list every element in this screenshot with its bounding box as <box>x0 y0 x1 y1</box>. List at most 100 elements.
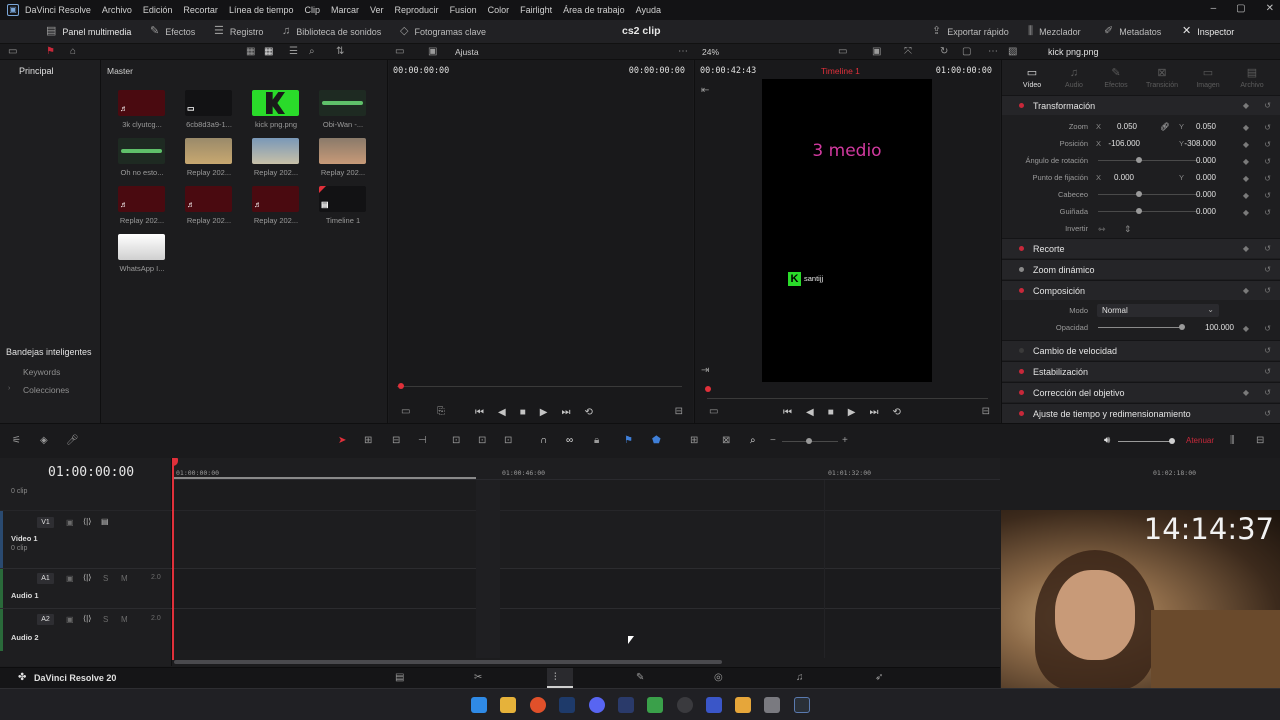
reset-icon[interactable]: ↺ <box>1264 157 1271 166</box>
reset-icon[interactable]: ↺ <box>1264 191 1271 200</box>
blade-tool-icon[interactable]: ⊣ <box>418 436 427 446</box>
keyframe-icon[interactable]: ◆ <box>1243 101 1249 110</box>
fullscreen-icon[interactable]: ▢ <box>962 47 971 57</box>
enable-toggle-icon[interactable] <box>1019 267 1024 272</box>
composite-section-header[interactable]: Composición ◆ ↺ <box>1002 280 1280 300</box>
mute-button[interactable]: M <box>121 615 128 624</box>
keyframe-icon[interactable]: ◆ <box>1243 140 1249 149</box>
video-track-lane[interactable] <box>172 510 1000 568</box>
keyframe-icon[interactable]: ◆ <box>1243 157 1249 166</box>
chevron-right-icon[interactable]: › <box>8 385 10 392</box>
media-clip[interactable]: Obi-Wan -... <box>319 90 367 138</box>
media-pool-button[interactable]: ▤ Panel multimedia <box>46 26 131 37</box>
stop-icon[interactable]: ■ <box>520 407 526 418</box>
panel-toggle-icon[interactable]: ▭ <box>8 47 17 57</box>
audio-track-1-lane[interactable] <box>172 568 1000 608</box>
media-clip[interactable]: Replay 202... <box>185 138 233 186</box>
media-clip[interactable]: ▤ Timeline 1 <box>319 186 367 234</box>
zoom-dropdown[interactable]: 24% <box>702 47 719 57</box>
sync-icon[interactable]: ↻ <box>940 47 948 57</box>
menu-ayuda[interactable]: Ayuda <box>636 5 661 15</box>
audio-meter-icon[interactable]: ⫼ <box>1230 436 1235 446</box>
reset-icon[interactable]: ↺ <box>1264 324 1271 333</box>
lens-correction-section-header[interactable]: Corrección del objetivo ◆ ↺ <box>1002 382 1280 402</box>
volume-slider[interactable] <box>1118 441 1174 442</box>
reset-icon[interactable]: ↺ <box>1264 265 1271 274</box>
cut-page-icon[interactable]: ✂ <box>474 673 482 683</box>
dim-audio-button[interactable]: Atenuar <box>1186 436 1214 445</box>
previous-clip-icon[interactable]: ⇤ <box>701 86 709 96</box>
lock-track-icon[interactable]: ▣ <box>66 518 74 527</box>
view-icon[interactable]: ◈ <box>40 436 48 446</box>
grid-view-icon[interactable]: ▦ <box>264 47 273 57</box>
play-reverse-icon[interactable]: ◀ <box>806 407 814 418</box>
selection-tool-icon[interactable]: ➤ <box>338 436 346 446</box>
dynamic-zoom-section-header[interactable]: Zoom dinámico ↺ <box>1002 259 1280 279</box>
pitch-slider-knob[interactable] <box>1136 191 1142 197</box>
timeline-playhead[interactable] <box>172 458 174 660</box>
zoom-custom-icon[interactable]: ⌕ <box>750 436 756 446</box>
play-icon[interactable]: ▶ <box>848 407 856 418</box>
insert-clip-icon[interactable]: ⊡ <box>452 436 460 446</box>
compare-icon[interactable]: ▭ <box>838 47 847 57</box>
menu-clip[interactable]: Clip <box>304 5 320 15</box>
enable-toggle-icon[interactable] <box>1019 411 1024 416</box>
crop-section-header[interactable]: Recorte ◆ ↺ <box>1002 238 1280 258</box>
timeline-scrubber[interactable] <box>707 398 988 399</box>
quick-export-button[interactable]: ⇪ Exportar rápido <box>932 26 1009 37</box>
media-clip[interactable]: Replay 202... <box>252 138 300 186</box>
file-explorer-icon[interactable] <box>500 697 516 713</box>
audio-track-2-header[interactable]: A2 ▣ ⟨|⟩ S M 2.0 Audio 2 <box>0 608 172 651</box>
solo-button[interactable]: S <box>103 615 108 624</box>
zoom-slider-knob[interactable] <box>806 438 812 444</box>
media-clip[interactable]: ▭ 6cb8d3a9-1... <box>185 90 233 138</box>
flag-icon[interactable]: ⚑ <box>46 47 55 57</box>
enable-toggle-icon[interactable] <box>1019 246 1024 251</box>
green-app-icon[interactable] <box>647 697 663 713</box>
fairlight-page-icon[interactable]: ♫ <box>796 673 804 683</box>
reset-icon[interactable]: ↺ <box>1264 244 1271 253</box>
keyframes-button[interactable]: ◇ Fotogramas clave <box>400 26 486 37</box>
reset-icon[interactable]: ↺ <box>1264 367 1271 376</box>
keyframe-icon[interactable]: ◆ <box>1243 388 1249 397</box>
fusion-page-icon[interactable]: ✎ <box>636 673 644 683</box>
reset-icon[interactable]: ↺ <box>1264 346 1271 355</box>
media-clip[interactable]: Replay 202... <box>319 138 367 186</box>
track-visibility-icon[interactable]: ▤ <box>101 517 109 526</box>
reset-icon[interactable]: ↺ <box>1264 286 1271 295</box>
inspector-button[interactable]: ✕ Inspector <box>1182 26 1234 37</box>
viewer-layout-icon[interactable]: ▭ <box>395 47 404 57</box>
pitch-field[interactable]: 0.000 <box>1176 190 1216 199</box>
match-frame-icon[interactable]: ⊟ <box>982 407 990 417</box>
reset-icon[interactable]: ↺ <box>1264 388 1271 397</box>
menu-reproducir[interactable]: Reproducir <box>395 5 439 15</box>
timeline-view-options-icon[interactable]: ⚟ <box>12 436 21 446</box>
trim-tool-icon[interactable]: ⊞ <box>364 436 372 446</box>
timeline-horizontal-scrollbar[interactable] <box>174 660 722 664</box>
jump-start-icon[interactable]: ⏮ <box>783 407 792 418</box>
keyframe-icon[interactable]: ◆ <box>1243 244 1249 253</box>
solo-button[interactable]: S <box>103 574 108 583</box>
stop-icon[interactable]: ■ <box>828 407 834 418</box>
track-tag-a2[interactable]: A2 <box>37 614 54 625</box>
steam-icon[interactable] <box>559 697 575 713</box>
blue-app-icon[interactable] <box>706 697 722 713</box>
mixer-button[interactable]: ⫼ Mezclador <box>1028 26 1081 37</box>
anchor-x-field[interactable]: 0.000 <box>1094 173 1134 182</box>
mute-button[interactable]: M <box>121 574 128 583</box>
windows-start-icon[interactable] <box>471 697 487 713</box>
position-y-field[interactable]: -308.000 <box>1176 139 1216 148</box>
keyframe-icon[interactable]: ◆ <box>1243 174 1249 183</box>
track-tag-v1[interactable]: V1 <box>37 517 54 528</box>
bin-keywords[interactable]: Keywords <box>23 367 60 377</box>
reset-icon[interactable]: ↺ <box>1264 123 1271 132</box>
more-options-icon[interactable]: ⋯ <box>678 47 688 57</box>
source-scrubber[interactable] <box>397 386 682 387</box>
media-clip[interactable]: ♬ 3k clyutcg... <box>118 90 166 138</box>
menu-fairlight[interactable]: Fairlight <box>520 5 552 15</box>
bin-collections[interactable]: Colecciones <box>23 385 69 395</box>
video-canvas[interactable]: 3 medio K santijj <box>762 79 932 382</box>
enable-toggle-icon[interactable] <box>1019 288 1024 293</box>
edit-index-button[interactable]: ☰ Registro <box>214 26 263 37</box>
reset-icon[interactable]: ↺ <box>1264 101 1271 110</box>
